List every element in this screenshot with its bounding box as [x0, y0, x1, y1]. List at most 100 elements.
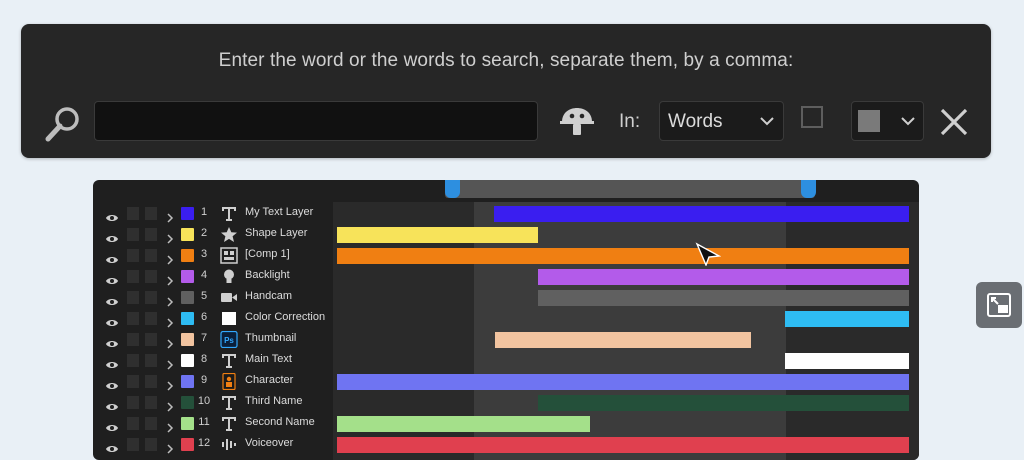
label-color-swatch[interactable]	[181, 270, 194, 283]
chevron-right-icon[interactable]	[166, 229, 174, 244]
layer-row[interactable]: 5 Handcam	[93, 287, 919, 308]
eye-icon[interactable]	[105, 376, 119, 389]
layer-row[interactable]: 3 [Comp 1]	[93, 245, 919, 266]
layer-clip-bar[interactable]	[784, 353, 909, 369]
layer-clip-bar[interactable]	[337, 437, 909, 453]
lock-toggle[interactable]	[145, 438, 157, 451]
chevron-right-icon[interactable]	[166, 313, 174, 328]
layer-name[interactable]: Character	[245, 374, 293, 386]
layer-clip-bar[interactable]	[337, 374, 909, 390]
layer-row[interactable]: 4 Backlight	[93, 266, 919, 287]
label-color-swatch[interactable]	[181, 354, 194, 367]
picture-in-picture-button[interactable]	[976, 282, 1022, 328]
solo-toggle[interactable]	[127, 249, 139, 262]
label-color-swatch[interactable]	[181, 375, 194, 388]
layer-clip-bar[interactable]	[538, 290, 909, 306]
solo-toggle[interactable]	[127, 333, 139, 346]
eye-icon[interactable]	[105, 397, 119, 410]
label-color-swatch[interactable]	[181, 228, 194, 241]
lock-toggle[interactable]	[145, 291, 157, 304]
chevron-right-icon[interactable]	[166, 271, 174, 286]
layer-row[interactable]: 9 Character	[93, 371, 919, 392]
lock-toggle[interactable]	[145, 396, 157, 409]
label-color-swatch[interactable]	[181, 312, 194, 325]
label-color-swatch[interactable]	[181, 438, 194, 451]
solo-toggle[interactable]	[127, 207, 139, 220]
lock-toggle[interactable]	[145, 333, 157, 346]
lock-toggle[interactable]	[145, 207, 157, 220]
solo-toggle[interactable]	[127, 417, 139, 430]
work-area-bar[interactable]	[445, 180, 815, 198]
eye-icon[interactable]	[105, 313, 119, 326]
layer-name[interactable]: My Text Layer	[245, 206, 313, 218]
layer-row[interactable]: 11 Second Name	[93, 413, 919, 434]
work-area-start-handle[interactable]	[445, 180, 460, 198]
label-color-swatch[interactable]	[181, 333, 194, 346]
work-area-end-handle[interactable]	[801, 180, 816, 198]
solo-toggle[interactable]	[127, 270, 139, 283]
match-checkbox[interactable]	[801, 106, 823, 128]
eye-icon[interactable]	[105, 355, 119, 368]
lock-toggle[interactable]	[145, 417, 157, 430]
eye-icon[interactable]	[105, 292, 119, 305]
solo-toggle[interactable]	[127, 312, 139, 325]
eye-icon[interactable]	[105, 229, 119, 242]
lock-toggle[interactable]	[145, 270, 157, 283]
lock-toggle[interactable]	[145, 354, 157, 367]
layer-name[interactable]: Backlight	[245, 269, 290, 281]
layer-name[interactable]: [Comp 1]	[245, 248, 290, 260]
layer-name[interactable]: Third Name	[245, 395, 302, 407]
layer-row[interactable]: 10 Third Name	[93, 392, 919, 413]
layer-clip-bar[interactable]	[538, 395, 909, 411]
lock-toggle[interactable]	[145, 249, 157, 262]
chevron-right-icon[interactable]	[166, 292, 174, 307]
scope-dropdown[interactable]: Words	[659, 101, 784, 141]
label-color-swatch[interactable]	[181, 291, 194, 304]
label-color-swatch[interactable]	[181, 396, 194, 409]
layer-clip-bar[interactable]	[494, 332, 752, 348]
layer-name[interactable]: Voiceover	[245, 437, 293, 449]
solo-toggle[interactable]	[127, 396, 139, 409]
layer-row[interactable]: 12 Voiceover	[93, 434, 919, 455]
lock-toggle[interactable]	[145, 228, 157, 241]
close-icon[interactable]	[938, 106, 970, 138]
eye-icon[interactable]	[105, 439, 119, 452]
layer-row[interactable]: 8 Main Text	[93, 350, 919, 371]
search-input[interactable]	[94, 101, 538, 141]
mushroom-icon[interactable]	[559, 106, 595, 138]
layer-row[interactable]: 7 Ps Thumbnail	[93, 329, 919, 350]
search-icon[interactable]	[43, 104, 83, 144]
layer-clip-bar[interactable]	[337, 227, 539, 243]
chevron-right-icon[interactable]	[166, 418, 174, 433]
lock-toggle[interactable]	[145, 312, 157, 325]
chevron-right-icon[interactable]	[166, 334, 174, 349]
layer-name[interactable]: Color Correction	[245, 311, 325, 323]
chevron-right-icon[interactable]	[166, 376, 174, 391]
layer-row[interactable]: 6 Color Correction	[93, 308, 919, 329]
layer-name[interactable]: Handcam	[245, 290, 292, 302]
eye-icon[interactable]	[105, 418, 119, 431]
layer-name[interactable]: Thumbnail	[245, 332, 296, 344]
solo-toggle[interactable]	[127, 438, 139, 451]
layer-name[interactable]: Shape Layer	[245, 227, 307, 239]
label-color-swatch[interactable]	[181, 417, 194, 430]
chevron-right-icon[interactable]	[166, 208, 174, 223]
eye-icon[interactable]	[105, 208, 119, 221]
eye-icon[interactable]	[105, 271, 119, 284]
solo-toggle[interactable]	[127, 375, 139, 388]
layer-clip-bar[interactable]	[494, 206, 909, 222]
chevron-right-icon[interactable]	[166, 397, 174, 412]
layer-clip-bar[interactable]	[337, 416, 590, 432]
layer-row[interactable]: 2 Shape Layer	[93, 224, 919, 245]
layer-name[interactable]: Main Text	[245, 353, 292, 365]
label-color-swatch[interactable]	[181, 249, 194, 262]
eye-icon[interactable]	[105, 334, 119, 347]
layer-clip-bar[interactable]	[784, 311, 909, 327]
chevron-right-icon[interactable]	[166, 355, 174, 370]
layer-clip-bar[interactable]	[538, 269, 909, 285]
label-color-swatch[interactable]	[181, 207, 194, 220]
layer-name[interactable]: Second Name	[245, 416, 315, 428]
chevron-right-icon[interactable]	[166, 250, 174, 265]
layer-clip-bar[interactable]	[337, 248, 909, 264]
solo-toggle[interactable]	[127, 228, 139, 241]
